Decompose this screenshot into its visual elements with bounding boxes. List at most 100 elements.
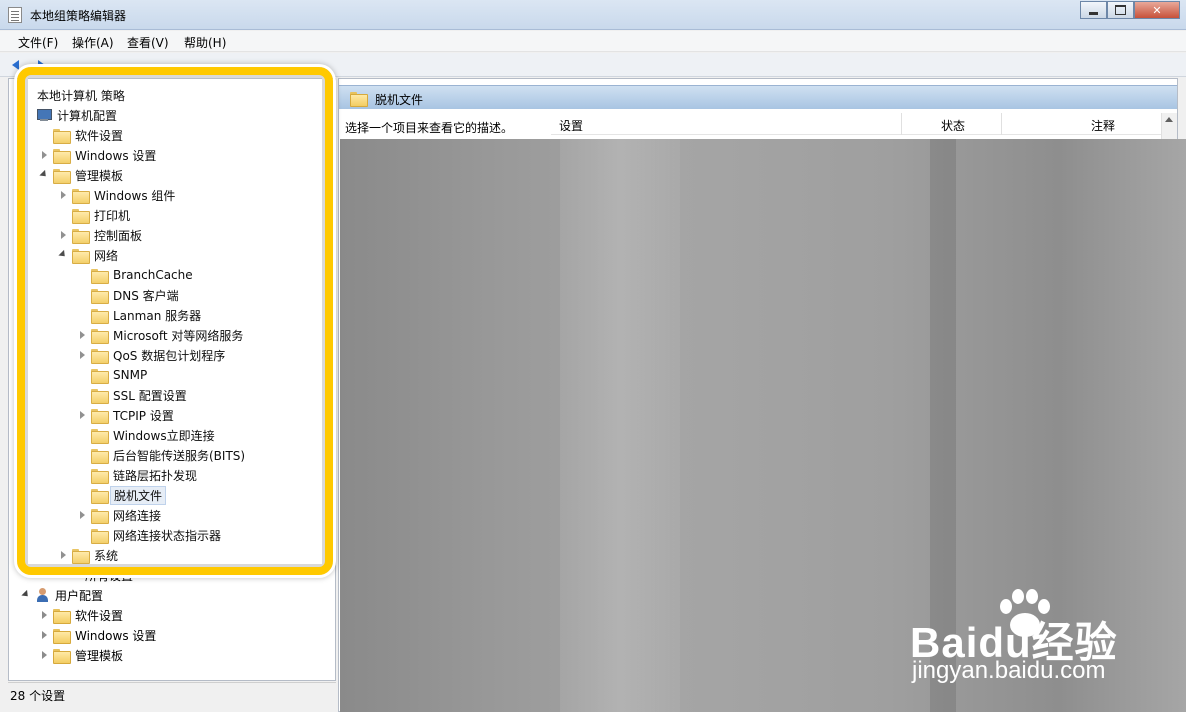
- tree-label: 管理模板: [75, 168, 124, 183]
- tree-item-network-child[interactable]: 链路层拓扑发现: [77, 465, 197, 485]
- expand-arrow-icon[interactable]: [39, 630, 49, 640]
- tree-label: 所有设置: [85, 568, 134, 583]
- folder-icon: [53, 648, 71, 664]
- tree-label: 软件设置: [75, 128, 124, 143]
- expand-arrow-icon[interactable]: [77, 510, 87, 520]
- tree-item-network-child[interactable]: QoS 数据包计划程序: [77, 345, 225, 365]
- tree-label: Windows 设置: [75, 148, 157, 163]
- tree-item-network-child[interactable]: 网络连接状态指示器: [77, 525, 221, 545]
- maximize-button[interactable]: [1107, 1, 1134, 19]
- tree-item-windows-settings[interactable]: Windows 设置: [39, 145, 156, 165]
- tree-label: Microsoft 对等网络服务: [113, 328, 244, 343]
- title-bar: 本地组策略编辑器 ✕: [0, 0, 1186, 30]
- tree-item-windows-components[interactable]: Windows 组件: [58, 185, 175, 205]
- details-title: 脱机文件: [375, 93, 424, 107]
- expand-arrow-icon[interactable]: [39, 610, 49, 620]
- tree-label: 本地计算机 策略: [37, 88, 125, 103]
- folder-icon: [91, 388, 109, 404]
- forward-arrow-icon[interactable]: [34, 57, 50, 73]
- expand-arrow-icon[interactable]: [77, 410, 87, 420]
- collapse-arrow-icon[interactable]: [58, 250, 68, 260]
- tree-label: 网络连接: [113, 508, 162, 523]
- tree-item-network-child[interactable]: 后台智能传送服务(BITS): [77, 445, 245, 465]
- window-title: 本地组策略编辑器: [30, 9, 127, 23]
- window-controls: ✕: [1080, 1, 1180, 19]
- tree-label: Windows 设置: [75, 628, 157, 643]
- folder-icon: [91, 368, 109, 384]
- tree-root[interactable]: 本地计算机 策略: [37, 85, 125, 105]
- expand-arrow-icon[interactable]: [39, 150, 49, 160]
- minimize-button[interactable]: [1080, 1, 1107, 19]
- folder-icon: [53, 148, 71, 164]
- settings-grid-header: 设置 状态 注释: [551, 113, 1163, 135]
- tree-item-network-child[interactable]: 网络连接: [77, 505, 161, 525]
- tree-item-network-child[interactable]: BranchCache: [77, 265, 193, 285]
- tree-item-network-child[interactable]: DNS 客户端: [77, 285, 179, 305]
- expand-arrow-icon[interactable]: [39, 650, 49, 660]
- tree-label: 网络: [94, 248, 119, 263]
- folder-icon: [53, 628, 71, 644]
- tree-item-network[interactable]: 网络: [58, 245, 118, 265]
- expand-arrow-icon[interactable]: [58, 230, 68, 240]
- folder-icon: [72, 208, 90, 224]
- tree-item-all-settings[interactable]: 所有设置: [71, 565, 133, 585]
- tree-label: 打印机: [94, 208, 131, 223]
- tree-item-network-child[interactable]: SSL 配置设置: [77, 385, 187, 405]
- tree-label: 计算机配置: [57, 108, 118, 123]
- expand-arrow-icon[interactable]: [77, 350, 87, 360]
- tree-item-network-child[interactable]: Microsoft 对等网络服务: [77, 325, 243, 345]
- menu-bar: 文件(F) 操作(A) 查看(V) 帮助(H): [0, 31, 1186, 52]
- menu-file[interactable]: 文件(F): [18, 34, 58, 51]
- collapse-arrow-icon[interactable]: [21, 590, 31, 600]
- collapse-arrow-icon[interactable]: [39, 170, 49, 180]
- back-arrow-icon[interactable]: [12, 57, 28, 73]
- tree-label: 链路层拓扑发现: [113, 468, 198, 483]
- tree-item-system[interactable]: 系统: [58, 545, 118, 565]
- folder-icon: [350, 92, 368, 107]
- tree-item-software-settings[interactable]: 软件设置: [39, 125, 123, 145]
- scroll-up-icon[interactable]: [1165, 117, 1173, 122]
- tree-item-offline-files[interactable]: 脱机文件: [77, 485, 167, 505]
- expand-arrow-icon[interactable]: [77, 330, 87, 340]
- tree-label: TCPIP 设置: [113, 408, 174, 423]
- tree-item-network-child[interactable]: Lanman 服务器: [77, 305, 201, 325]
- column-state[interactable]: 状态: [941, 117, 965, 134]
- menu-view[interactable]: 查看(V): [127, 34, 169, 51]
- expand-arrow-icon[interactable]: [58, 190, 68, 200]
- computer-icon: [37, 108, 52, 122]
- tree-item-user-config[interactable]: 用户配置: [21, 585, 103, 605]
- tree-label: Windows 组件: [94, 188, 176, 203]
- folder-icon: [91, 468, 109, 484]
- tree-label: Windows立即连接: [113, 428, 215, 443]
- close-button[interactable]: ✕: [1134, 1, 1180, 19]
- expand-arrow-icon[interactable]: [58, 550, 68, 560]
- app-icon: [8, 7, 22, 23]
- tree-label: 管理模板: [75, 648, 124, 663]
- tree-label-selected: 脱机文件: [110, 485, 167, 505]
- tree-label: 软件设置: [75, 608, 124, 623]
- tree-item-admin-templates[interactable]: 管理模板: [39, 165, 123, 185]
- tree-item-network-child[interactable]: TCPIP 设置: [77, 405, 174, 425]
- tree-item-computer-config[interactable]: 计算机配置: [37, 105, 117, 125]
- folder-icon: [91, 528, 109, 544]
- column-comment[interactable]: 注释: [1091, 117, 1115, 134]
- folder-icon: [91, 288, 109, 304]
- menu-help[interactable]: 帮助(H): [184, 34, 226, 51]
- folder-icon: [91, 408, 109, 424]
- tree-item-control-panel[interactable]: 控制面板: [58, 225, 142, 245]
- folder-icon: [53, 128, 71, 144]
- toolbar: [0, 53, 1186, 77]
- tree-label: Lanman 服务器: [113, 308, 202, 323]
- description-text: 选择一个项目来查看它的描述。: [345, 121, 514, 135]
- user-icon: [35, 587, 50, 603]
- tree-item-network-child[interactable]: Windows立即连接: [77, 425, 215, 445]
- tree-item-network-child[interactable]: SNMP: [77, 365, 147, 385]
- folder-icon: [53, 168, 71, 184]
- column-setting[interactable]: 设置: [559, 117, 583, 134]
- menu-action[interactable]: 操作(A): [72, 34, 114, 51]
- tree-item-printers[interactable]: 打印机: [58, 205, 130, 225]
- tree-item-user-admin-templates[interactable]: 管理模板: [39, 645, 123, 665]
- tree-item-user-software-settings[interactable]: 软件设置: [39, 605, 123, 625]
- tree-label: SNMP: [113, 368, 148, 382]
- tree-item-user-windows-settings[interactable]: Windows 设置: [39, 625, 156, 645]
